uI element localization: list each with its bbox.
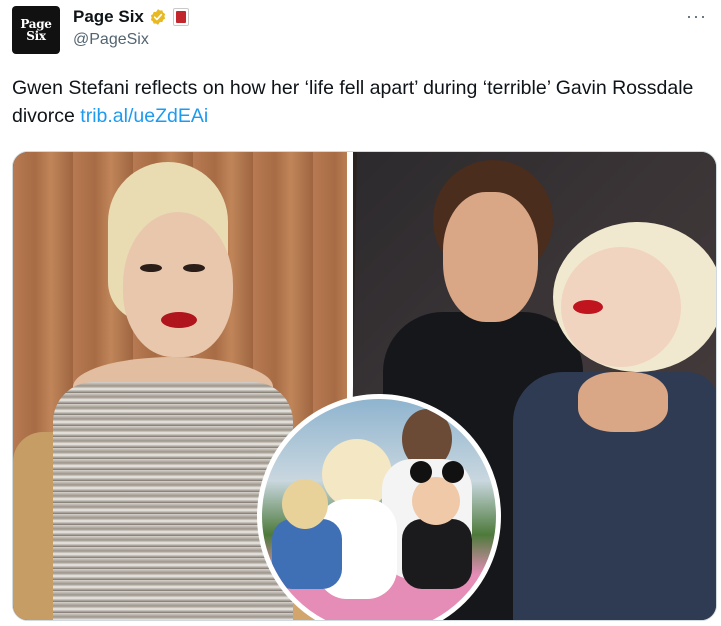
family-photo-circle-inset [257, 394, 501, 620]
avatar-text-line2: Six [26, 29, 46, 43]
lips-shape [161, 312, 197, 328]
eye-right-shape [183, 264, 205, 272]
hand-shape [578, 372, 668, 432]
face-shape [123, 212, 233, 357]
more-options-button[interactable]: ··· [686, 6, 707, 27]
handle[interactable]: @PageSix [73, 31, 149, 49]
inset-child-head-shape [282, 479, 328, 529]
tweet-card[interactable]: Page Six Page Six @PageSix ··· Gwen Stef… [0, 0, 721, 626]
inset-toddler-shirt-shape [402, 519, 472, 589]
inset-toddler-head-shape [412, 477, 460, 525]
display-name[interactable]: Page Six [73, 7, 144, 27]
tweet-text: Gwen Stefani reflects on how her ‘life f… [12, 74, 702, 130]
inset-child-shirt-shape [272, 519, 342, 589]
tweet-media-image[interactable] [12, 151, 717, 621]
avatar[interactable]: Page Six [12, 6, 60, 54]
tweet-link[interactable]: trib.al/ueZdEAi [80, 105, 208, 127]
verified-badge-icon[interactable] [149, 8, 167, 26]
man-face-shape [443, 192, 538, 322]
eye-left-shape [140, 264, 162, 272]
name-row: Page Six [73, 6, 189, 28]
affiliate-badge-icon[interactable] [172, 8, 189, 26]
inset-mouse-ear-left-shape [410, 461, 432, 483]
inset-mouse-ear-right-shape [442, 461, 464, 483]
woman-lips-shape [573, 300, 603, 314]
